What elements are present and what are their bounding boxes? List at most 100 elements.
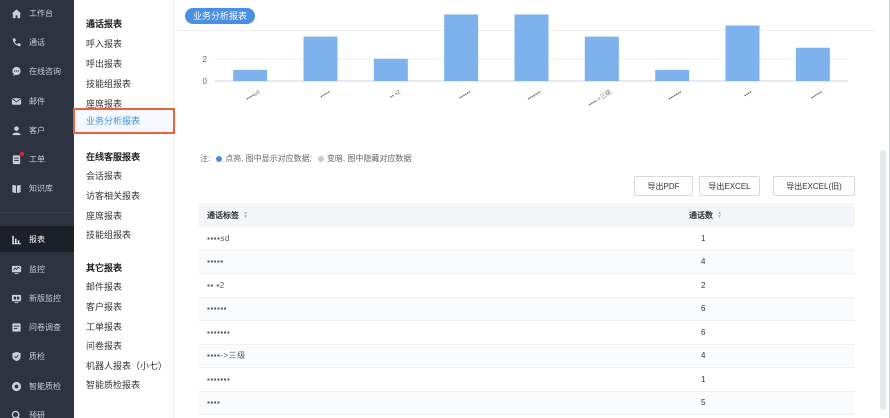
submenu-online-skillgroup-report[interactable]: 技能组报表 bbox=[86, 228, 131, 241]
nav-item-research[interactable]: 预研 bbox=[0, 402, 74, 418]
report-icon bbox=[11, 234, 22, 245]
call-tag-cell: ▪▪▪▪▪▪ bbox=[207, 304, 228, 314]
col-call-tag[interactable]: 通话标签 ▲ ▼ bbox=[199, 210, 611, 221]
call-tag-cell: ▪▪▪▪▪ bbox=[207, 257, 224, 267]
sort-icon[interactable]: ▲ ▼ bbox=[717, 211, 722, 220]
export-excel-old-button[interactable]: 导出EXCEL(旧) bbox=[773, 176, 855, 196]
nav-item-ticket[interactable]: 工单 bbox=[0, 146, 74, 172]
report-submenu: 通话报表 呼入报表 呼出报表 技能组报表 座席报表 业务分析报表 在线客服报表 … bbox=[73, 0, 175, 418]
nav-item-workbench[interactable]: 工作台 bbox=[0, 0, 74, 26]
bar[interactable] bbox=[233, 69, 268, 81]
call-count-cell: 6 bbox=[701, 304, 706, 314]
nav-item-customer[interactable]: 客户 bbox=[0, 117, 74, 143]
bar[interactable] bbox=[444, 14, 479, 82]
table-row: ▪▪ ▪2 2 bbox=[199, 274, 855, 298]
table-row: ▪▪▪▪sd 1 bbox=[199, 227, 855, 251]
submenu-visitor-report[interactable]: 访客相关报表 bbox=[86, 189, 140, 202]
app-window: 工作台 通话 在线咨询 邮件 客户 工单 知识库 报表 监控 新版监控 问卷调查… bbox=[0, 0, 890, 418]
nav-item-label: 工作台 bbox=[29, 8, 53, 18]
nav-divider bbox=[0, 212, 74, 213]
call-count-cell: 1 bbox=[701, 374, 706, 384]
nav-item-online[interactable]: 在线咨询 bbox=[0, 58, 74, 84]
x-tick-label: ▪▪▪▪sd bbox=[245, 90, 261, 103]
nav-item-label: 在线咨询 bbox=[29, 66, 61, 76]
nav-item-smart-quality[interactable]: 智能质检 bbox=[0, 373, 74, 399]
call-tag-cell: ▪▪▪▪▪▪▪ bbox=[207, 327, 231, 337]
bar[interactable] bbox=[725, 25, 760, 81]
nav-item-label: 报表 bbox=[29, 234, 45, 244]
bar[interactable] bbox=[514, 14, 549, 82]
y-tick-label: 2 bbox=[203, 55, 208, 64]
nav-item-monitor[interactable]: 监控 bbox=[0, 256, 74, 282]
submenu-ticket-report[interactable]: 工单报表 bbox=[86, 320, 122, 333]
table-body: ▪▪▪▪sd 1 ▪▪▪▪▪ 4 ▪▪ ▪2 2 ▪▪▪▪▪▪ 6 ▪▪▪▪▪▪▪ 6 ▪▪▪▪->… bbox=[199, 227, 855, 415]
legend-off-text: 变暗, 图中隐藏对应数据 bbox=[326, 154, 412, 163]
submenu-mail-report[interactable]: 邮件报表 bbox=[86, 280, 122, 293]
nav-item-mail[interactable]: 邮件 bbox=[0, 88, 74, 114]
submenu-business-analysis-report[interactable]: 业务分析报表 bbox=[73, 108, 175, 134]
x-tick-label: ▪▪▪▪▪▪ bbox=[458, 90, 472, 102]
nav-item-label: 新版监控 bbox=[29, 293, 61, 303]
call-tag-cell: ▪▪▪▪▪▪▪ bbox=[207, 374, 231, 384]
x-tick-label: ▪▪▪▪▪▪▪ bbox=[667, 90, 683, 103]
export-excel-button[interactable]: 导出EXCEL bbox=[699, 176, 760, 196]
call-count-cell: 1 bbox=[701, 233, 706, 243]
submenu-online-agent-report[interactable]: 座席报表 bbox=[86, 209, 122, 222]
sort-icon[interactable]: ▲ ▼ bbox=[243, 211, 248, 220]
report-content: 业务分析报表 0 2 ▪▪▪▪sd ▪▪▪▪▪ ▪▪ ▪2 ▪▪▪▪▪▪ ▪▪▪▪▪▪▪ ▪▪… bbox=[175, 0, 890, 418]
bar[interactable] bbox=[584, 36, 619, 81]
nav-item-label: 工单 bbox=[29, 154, 45, 164]
call-count-cell: 6 bbox=[701, 327, 706, 337]
table-row: ▪▪▪▪▪▪ 6 bbox=[199, 297, 855, 321]
submenu-session-report[interactable]: 会话报表 bbox=[86, 169, 122, 182]
submenu-robot-report[interactable]: 机器人报表（小七） bbox=[86, 359, 167, 372]
vertical-scrollbar[interactable] bbox=[880, 150, 886, 410]
notification-dot bbox=[20, 151, 24, 156]
bar[interactable] bbox=[373, 58, 408, 81]
chart-legend-note: 注: 点亮, 图中显示对应数据; 变暗, 图中隐藏对应数据 bbox=[200, 153, 411, 164]
other-report-heading: 其它报表 bbox=[86, 263, 123, 273]
online-report-heading: 在线客服报表 bbox=[86, 152, 141, 162]
submenu-skillgroup-report[interactable]: 技能组报表 bbox=[86, 77, 131, 90]
bar[interactable] bbox=[655, 69, 690, 81]
ticket-icon bbox=[11, 151, 24, 165]
x-tick-label: ▪▪▪▪▪ bbox=[319, 90, 331, 101]
export-pdf-button[interactable]: 导出PDF bbox=[634, 176, 693, 196]
table-row: ▪▪▪▪▪▪▪ 6 bbox=[199, 321, 855, 345]
nav-item-label: 问卷调查 bbox=[29, 322, 61, 332]
col-call-count-label: 通话数 bbox=[689, 210, 713, 220]
nav-item-survey[interactable]: 问卷调查 bbox=[0, 314, 74, 340]
table-row: ▪▪▪▪ 5 bbox=[199, 391, 855, 415]
nav-item-report[interactable]: 报表 bbox=[0, 226, 74, 252]
phone-icon bbox=[11, 37, 22, 48]
col-call-count[interactable]: 通话数 ▲ ▼ bbox=[611, 210, 855, 221]
submenu-inbound-report[interactable]: 呼入报表 bbox=[86, 37, 122, 50]
monitor-icon bbox=[11, 264, 22, 275]
call-count-cell: 4 bbox=[701, 257, 706, 267]
monitor-new-icon bbox=[11, 293, 22, 304]
x-tick-label: ▪▪ ▪2 bbox=[389, 89, 402, 100]
submenu-customer-report[interactable]: 客户报表 bbox=[86, 300, 122, 313]
table-row: ▪▪▪▪▪▪▪ 1 bbox=[199, 368, 855, 392]
x-tick-label: ▪▪▪▪▪▪ bbox=[810, 90, 824, 102]
nav-item-label: 客户 bbox=[29, 125, 45, 135]
nav-item-label: 质检 bbox=[29, 351, 45, 361]
submenu-smart-quality-report[interactable]: 智能质检报表 bbox=[86, 378, 140, 391]
table-header: 通话标签 ▲ ▼ 通话数 ▲ ▼ bbox=[199, 203, 855, 227]
call-tag-cell: ▪▪▪▪sd bbox=[207, 233, 230, 243]
smart-check-icon bbox=[11, 381, 22, 392]
submenu-survey-report[interactable]: 问卷报表 bbox=[86, 339, 122, 352]
x-tick-label: ▪▪▪▪->三级 bbox=[587, 88, 613, 109]
call-tag-cell: ▪▪▪▪->三级 bbox=[207, 351, 246, 361]
call-count-cell: 4 bbox=[701, 351, 706, 361]
bar[interactable] bbox=[303, 36, 338, 81]
nav-item-new-monitor[interactable]: 新版监控 bbox=[0, 285, 74, 311]
bar[interactable] bbox=[795, 47, 830, 81]
nav-item-knowledge[interactable]: 知识库 bbox=[0, 175, 74, 201]
call-count-cell: 2 bbox=[701, 280, 706, 290]
submenu-outbound-report[interactable]: 呼出报表 bbox=[86, 57, 122, 70]
book-icon bbox=[11, 183, 22, 194]
table-row: ▪▪▪▪->三级 4 bbox=[199, 344, 855, 368]
nav-item-quality[interactable]: 质检 bbox=[0, 343, 74, 369]
nav-item-call[interactable]: 通话 bbox=[0, 29, 74, 55]
